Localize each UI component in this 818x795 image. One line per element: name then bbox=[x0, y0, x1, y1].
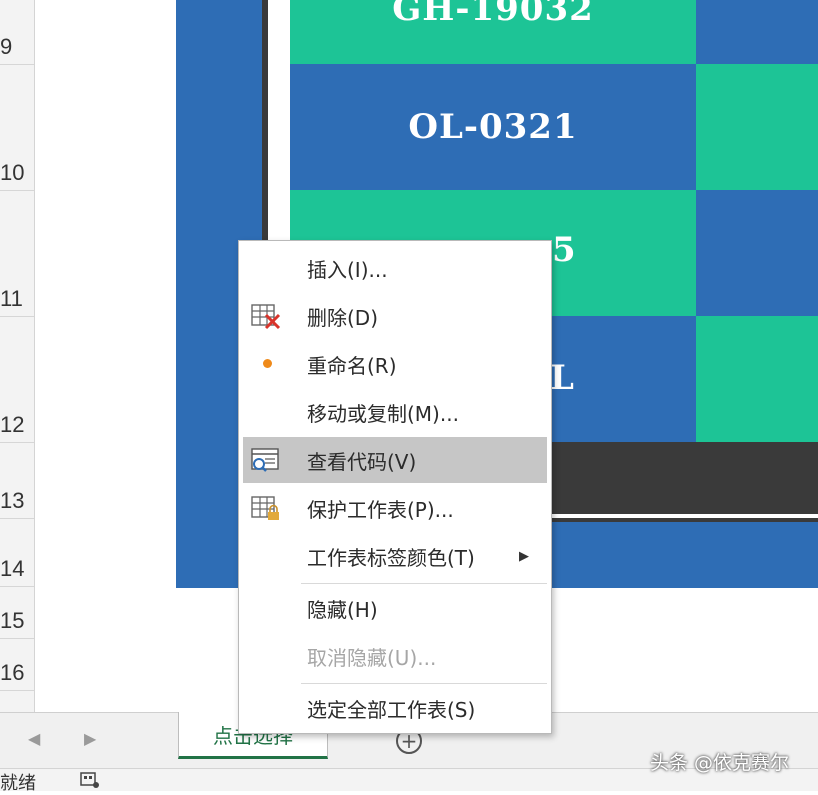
row-number-11[interactable]: 11 bbox=[0, 286, 30, 312]
grid-cell-code[interactable]: OL-0321 bbox=[290, 64, 696, 190]
row-number-15[interactable]: 15 bbox=[0, 608, 30, 634]
menu-label: 移动或复制(M)... bbox=[307, 401, 459, 426]
view-code-icon bbox=[251, 448, 279, 472]
menu-label: 取消隐藏(U)... bbox=[307, 645, 437, 670]
row-divider bbox=[0, 190, 34, 191]
menu-item-move-copy[interactable]: 移动或复制(M)... bbox=[243, 389, 547, 435]
row-divider bbox=[0, 638, 34, 639]
menu-label: 删除(D) bbox=[307, 305, 379, 330]
code-text: OL-0321 bbox=[408, 107, 578, 147]
next-sheet-arrow-icon[interactable]: ▶ bbox=[84, 729, 96, 748]
row-divider bbox=[0, 442, 34, 443]
menu-item-select-all-sheets[interactable]: 选定全部工作表(S) bbox=[243, 685, 547, 731]
status-ready-text: 就绪 bbox=[0, 773, 36, 794]
row-number-13[interactable]: 13 bbox=[0, 488, 30, 514]
menu-item-unhide: 取消隐藏(U)... bbox=[243, 633, 547, 679]
row-divider bbox=[0, 690, 34, 691]
row-number-9[interactable]: 9 bbox=[0, 34, 30, 60]
rename-bullet-icon bbox=[263, 359, 272, 368]
code-text: 5 bbox=[552, 230, 577, 270]
grid-cell[interactable] bbox=[696, 64, 818, 190]
row-divider bbox=[0, 586, 34, 587]
sheet-context-menu: 插入(I)... 删除(D) 重命名(R) 移动或复制(M)... 查看代码(V… bbox=[238, 240, 552, 734]
code-text: GH-19032 bbox=[392, 0, 594, 29]
grid-cell[interactable] bbox=[696, 316, 818, 442]
menu-item-rename[interactable]: 重命名(R) bbox=[243, 341, 547, 387]
menu-separator bbox=[301, 583, 547, 584]
grid-cell-code[interactable]: GH-19032 bbox=[290, 0, 696, 64]
row-number-12[interactable]: 12 bbox=[0, 412, 30, 438]
menu-label: 保护工作表(P)... bbox=[307, 497, 454, 522]
delete-sheet-icon bbox=[251, 304, 281, 330]
row-divider bbox=[0, 64, 34, 65]
menu-item-insert[interactable]: 插入(I)... bbox=[243, 245, 547, 291]
menu-label: 查看代码(V) bbox=[307, 449, 417, 474]
row-number-14[interactable]: 14 bbox=[0, 556, 30, 582]
menu-item-protect-sheet[interactable]: 保护工作表(P)... bbox=[243, 485, 547, 531]
row-header-column: 9 10 11 12 13 14 15 16 bbox=[0, 0, 35, 712]
watermark-text: 头条 @依克赛尔 bbox=[650, 752, 790, 774]
menu-item-view-code[interactable]: 查看代码(V) bbox=[243, 437, 547, 483]
code-text: L bbox=[550, 358, 575, 398]
row-number-10[interactable]: 10 bbox=[0, 160, 30, 186]
submenu-arrow-icon: ▶ bbox=[519, 548, 529, 564]
menu-label: 工作表标签颜色(T) bbox=[307, 545, 475, 570]
grid-cell[interactable] bbox=[696, 190, 818, 316]
menu-label: 重命名(R) bbox=[307, 353, 397, 378]
row-divider bbox=[0, 518, 34, 519]
menu-item-hide[interactable]: 隐藏(H) bbox=[243, 585, 547, 631]
menu-item-tab-color[interactable]: 工作表标签颜色(T) ▶ bbox=[243, 533, 547, 579]
row-number-16[interactable]: 16 bbox=[0, 660, 30, 686]
grid-cell[interactable] bbox=[696, 0, 818, 64]
row-divider bbox=[0, 316, 34, 317]
macro-record-icon[interactable] bbox=[80, 771, 100, 789]
protect-sheet-lock-icon bbox=[251, 496, 279, 520]
menu-label: 插入(I)... bbox=[307, 257, 388, 282]
menu-item-delete[interactable]: 删除(D) bbox=[243, 293, 547, 339]
prev-sheet-arrow-icon[interactable]: ◀ bbox=[28, 729, 40, 748]
menu-separator bbox=[301, 683, 547, 684]
menu-label: 选定全部工作表(S) bbox=[307, 697, 476, 722]
menu-label: 隐藏(H) bbox=[307, 597, 378, 622]
